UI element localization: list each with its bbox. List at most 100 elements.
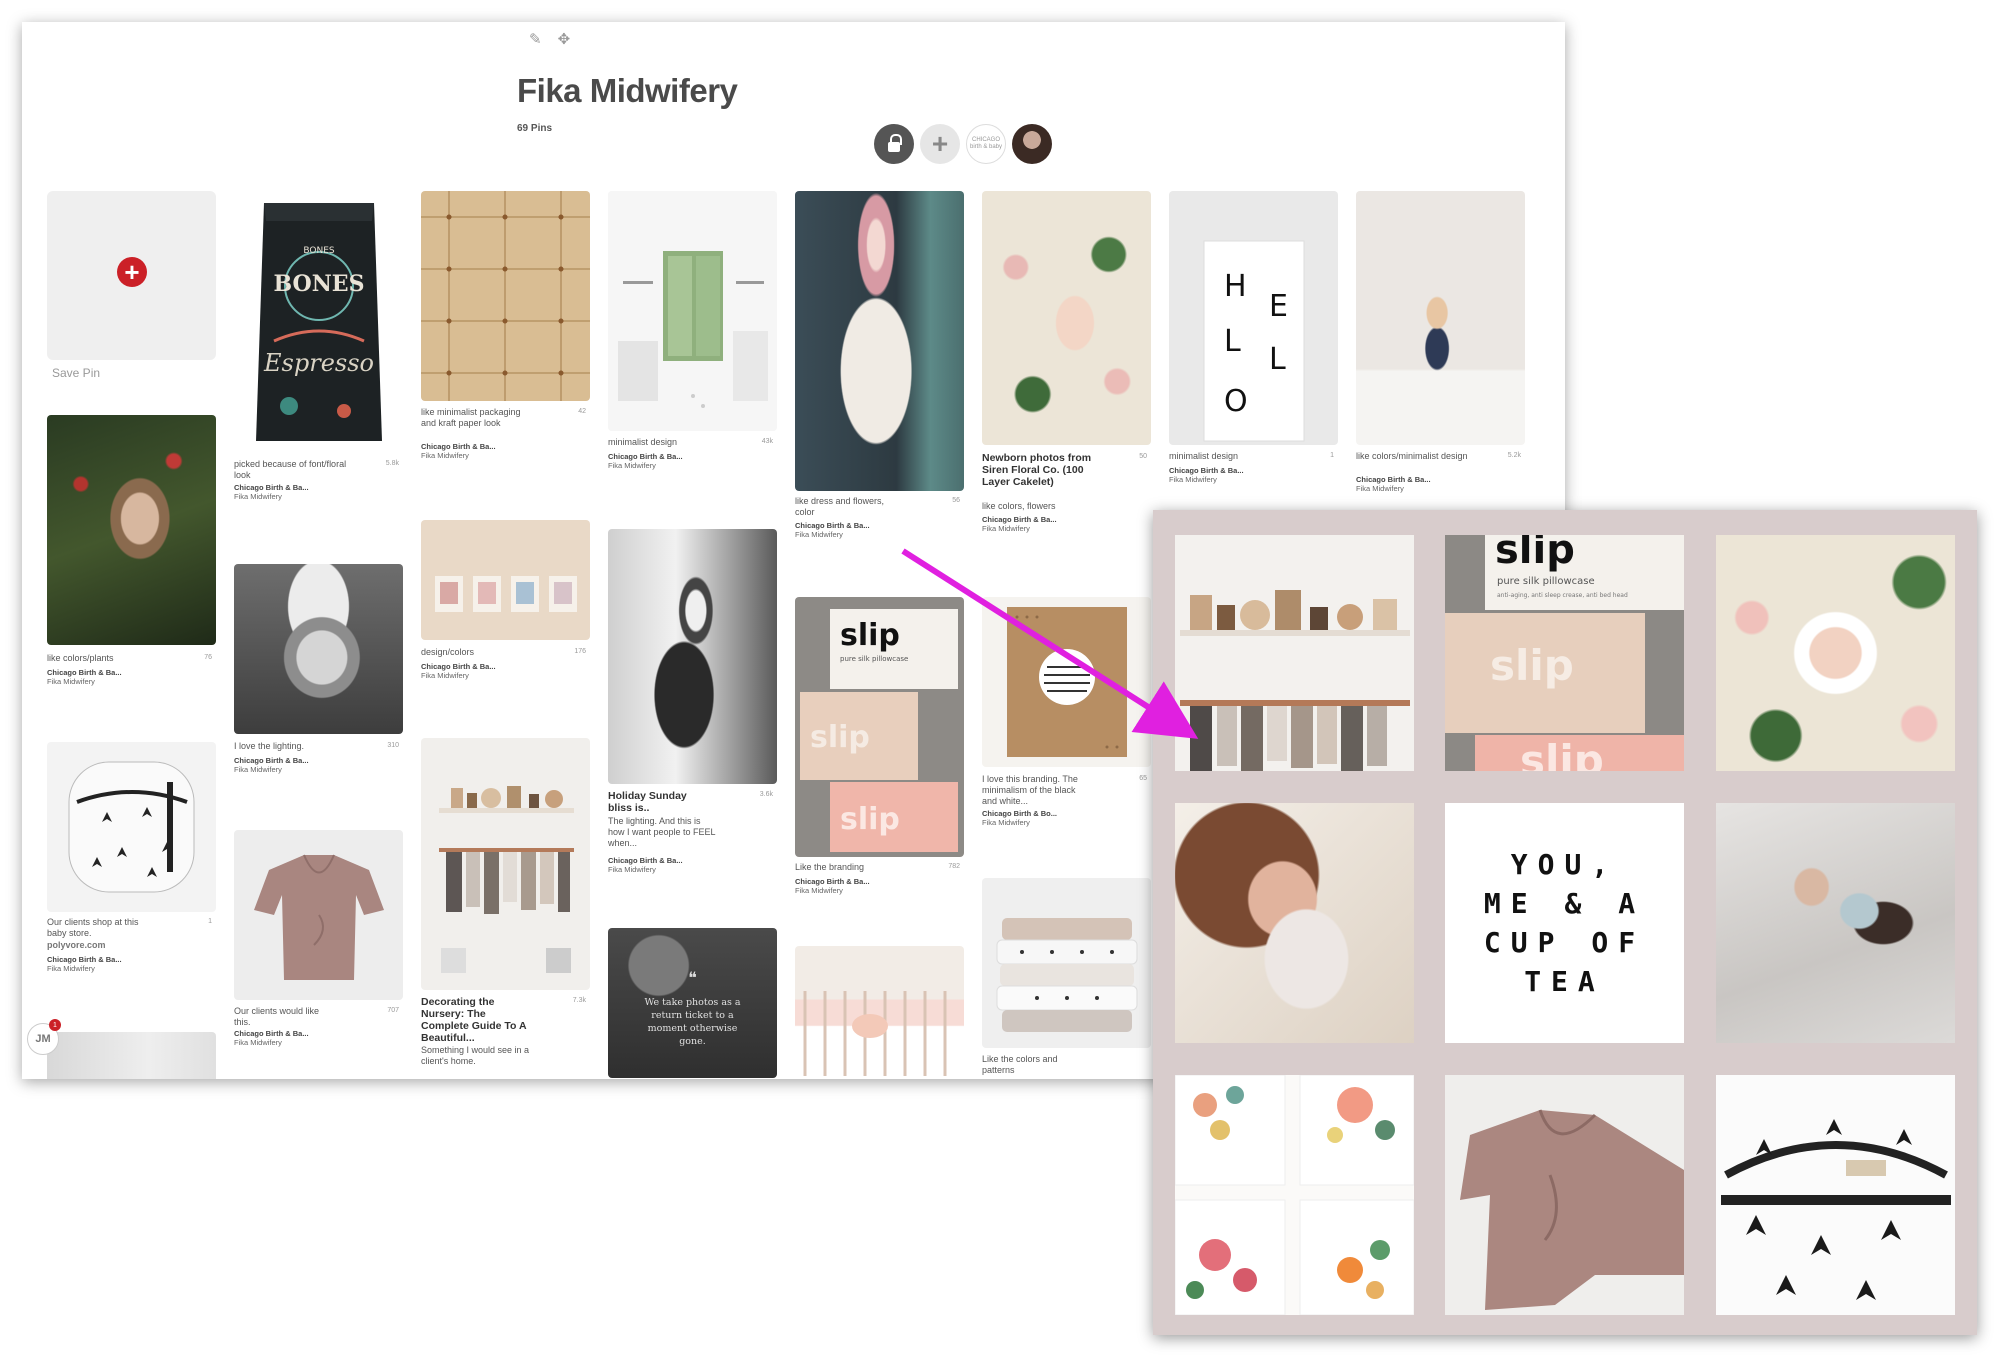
add-collaborator-button[interactable]: + [920,124,960,164]
pin-attribution[interactable]: Chicago Birth & Ba... Fika Midwifery [1356,475,1431,493]
baby-onesie-image [1460,1109,1684,1310]
pin-description: picked because of font/floral look [234,459,347,480]
pin-description: like dress and flowers, color [795,496,885,517]
moodboard-tile-reading-bed [1716,803,1955,1043]
pin-image[interactable] [795,946,964,1078]
pin-image[interactable] [47,742,216,912]
pin-source[interactable]: polyvore.com [47,940,106,951]
pin-image[interactable] [47,415,216,645]
svg-text:E: E [1269,289,1288,324]
pin-image[interactable] [421,520,590,640]
moodboard-tile-onesie [1445,1075,1684,1315]
repin-count: 65 [1139,775,1147,782]
pin-description: Like the branding [795,862,865,872]
moodboard-tile-nursery-shelf [1175,535,1414,771]
slip-tagline: anti-aging, anti sleep crease, anti bed … [1497,592,1628,599]
pin-description: The lighting. And this is how I want peo… [608,816,716,848]
pin-attribution[interactable]: Chicago Birth & Ba... Fika Midwifery [795,877,870,895]
pin-description: minimalist design [608,437,678,447]
pin-attribution[interactable]: Chicago Birth & Ba... Fika Midwifery [1169,466,1244,484]
moodboard-tile-quote: YOU, ME & A CUP OF TEA [1445,803,1684,1043]
pin-description: Our clients shop at this baby store. [47,917,139,938]
moodboard-tile-floral-cards [1175,1075,1414,1315]
svg-text:BONES: BONES [303,246,335,256]
pin-image[interactable] [421,738,590,990]
collaborator-avatar[interactable] [1012,124,1052,164]
pin-image[interactable] [982,878,1151,1048]
repin-count: 310 [387,742,399,749]
pin-attribution[interactable]: Chicago Birth & Ba... Fika Midwifery [234,756,309,774]
moodboard-tile-newborn [1716,535,1955,771]
pin-description: Like the colors and patterns [982,1054,1058,1075]
slip-logo: slip [810,720,870,755]
quote-text: YOU, ME & A CUP OF TEA [1483,848,1646,998]
pin-attribution[interactable]: Chicago Birth & Ba... Fika Midwifery [234,1029,309,1047]
pin-attribution[interactable]: Chicago Birth & Ba... Fika Midwifery [421,442,496,460]
pin-description: minimalist design [1169,451,1239,461]
pin-image[interactable] [608,191,777,431]
moodboard-tile-mother-baby [1175,803,1414,1043]
pin-description: design/colors [421,647,475,657]
pin-attribution[interactable]: Chicago Birth & Ba... Fika Midwifery [47,668,122,686]
repin-count: 76 [204,654,212,661]
pencil-icon[interactable]: ✎ [529,30,542,48]
pin-count: 69 Pins [517,123,553,134]
slip-logo: slip [840,802,900,837]
pin-image[interactable]: slip pure silk pillowcase slip slip [795,597,964,857]
pin-title: Decorating the Nursery: The Complete Gui… [421,996,527,1044]
slip-boxes-image: slip pure silk pillowcase slip slip [800,609,958,852]
moodboard-tile-travel-bag [1716,1075,1955,1315]
collaborator-logo[interactable]: CHICAGO birth & baby [966,124,1006,164]
pin-description: Our clients would like this. [234,1006,320,1027]
save-pin-label: Save Pin [52,366,101,380]
board-tools: ✎ ✥ [529,30,570,48]
svg-text:Espresso: Espresso [263,349,374,377]
slip-logo: slip [1520,736,1604,771]
pin-title: Holiday Sunday bliss is.. [608,790,687,814]
svg-text:BONES: BONES [274,271,365,297]
svg-text:L: L [1224,324,1241,359]
pin-image[interactable]: H E L L O [1169,191,1338,445]
pin-image[interactable]: ❝ We take photos as a return ticket to a… [608,928,777,1078]
move-icon[interactable]: ✥ [558,30,571,48]
pin-attribution[interactable]: Chicago Birth & Ba... Fika Midwifery [47,955,122,973]
pin-image[interactable] [795,191,964,491]
save-pin-tile[interactable]: + [47,191,216,360]
pin-attribution[interactable]: Chicago Birth & Ba... Fika Midwifery [795,521,870,539]
pin-description: Something I would see in a client's home… [421,1045,530,1066]
pin-attribution[interactable]: Chicago Birth & Ba... Fika Midwifery [234,483,309,501]
pin-description: like minimalist packaging and kraft pape… [421,407,521,428]
pin-image[interactable] [234,564,403,734]
quote-text: We take photos as a return ticket to a m… [644,997,741,1047]
pin-image[interactable] [234,830,403,1000]
pin-image[interactable] [982,597,1151,767]
pin-attribution[interactable]: Chicago Birth & Ba... Fika Midwifery [608,452,683,470]
repin-count: 7.3k [572,997,586,1004]
pin-image[interactable] [608,529,777,784]
pin-image[interactable] [47,1032,216,1079]
repin-count: 5.8k [385,460,399,467]
pin-attribution[interactable]: Chicago Birth & Ba... Fika Midwifery [608,856,683,874]
composite-screenshot: ✎ ✥ Fika Midwifery 69 Pins + CHICAGO bir… [0,0,1999,1357]
pin-image[interactable] [1356,191,1525,445]
coffee-bag-image: BONES BONES Espresso [256,203,382,441]
pin-image[interactable]: BONES BONES Espresso [234,191,403,453]
notification-badge[interactable]: 1 [49,1019,61,1031]
pin-image[interactable] [421,191,590,401]
pin-image[interactable] [982,191,1151,445]
repin-count: 782 [948,863,960,870]
secret-board-lock-icon[interactable] [874,124,914,164]
board-title: Fika Midwifery [517,72,738,109]
pin-attribution[interactable]: Chicago Birth & Ba... Fika Midwifery [421,662,496,680]
repin-count: 42 [578,408,586,415]
slip-logo: slip [1495,535,1575,573]
repin-count: 5.2k [1507,452,1521,459]
slip-boxes-image: slip pure silk pillowcase anti-aging, an… [1445,535,1684,771]
slip-subtitle: pure silk pillowcase [840,655,908,663]
pin-attribution[interactable]: Chicago Birth & Ba... Fika Midwifery [982,515,1057,533]
add-pin-icon[interactable]: + [117,257,147,287]
slip-logo: slip [840,618,900,653]
pin-title: Newborn photos from Siren Floral Co. (10… [982,452,1092,488]
pin-attribution[interactable]: Chicago Birth & Bo... Fika Midwifery [982,809,1057,827]
slip-logo: slip [1490,641,1574,690]
